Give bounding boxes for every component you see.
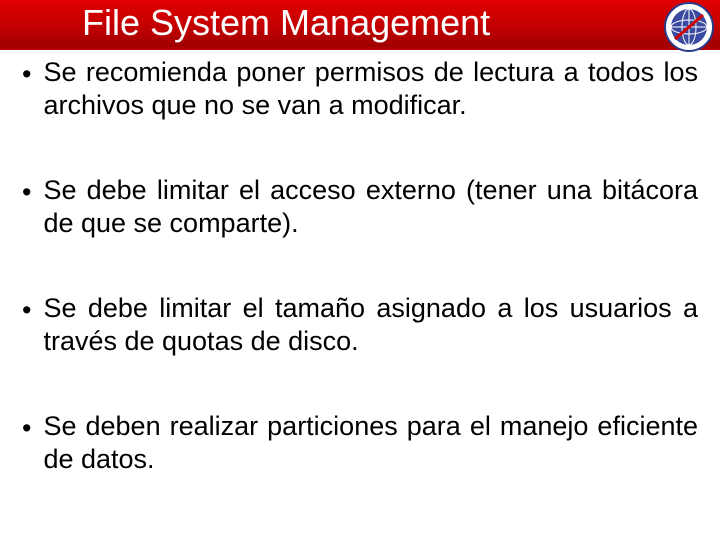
list-item: • Se recomienda poner permisos de lectur… — [22, 56, 698, 122]
bullet-text: Se debe limitar el acceso externo (tener… — [43, 174, 698, 240]
slide-header: File System Management — [0, 0, 720, 50]
globe-logo-icon — [664, 2, 714, 52]
slide-title: File System Management — [82, 2, 490, 44]
list-item: • Se debe limitar el acceso externo (ten… — [22, 174, 698, 240]
bullet-icon: • — [22, 294, 31, 327]
bullet-text: Se deben realizar particiones para el ma… — [43, 410, 698, 476]
list-item: • Se deben realizar particiones para el … — [22, 410, 698, 476]
slide-content: • Se recomienda poner permisos de lectur… — [0, 50, 720, 476]
bullet-icon: • — [22, 412, 31, 445]
bullet-icon: • — [22, 176, 31, 209]
bullet-text: Se recomienda poner permisos de lectura … — [43, 56, 698, 122]
bullet-icon: • — [22, 58, 31, 91]
list-item: • Se debe limitar el tamaño asignado a l… — [22, 292, 698, 358]
bullet-text: Se debe limitar el tamaño asignado a los… — [43, 292, 698, 358]
